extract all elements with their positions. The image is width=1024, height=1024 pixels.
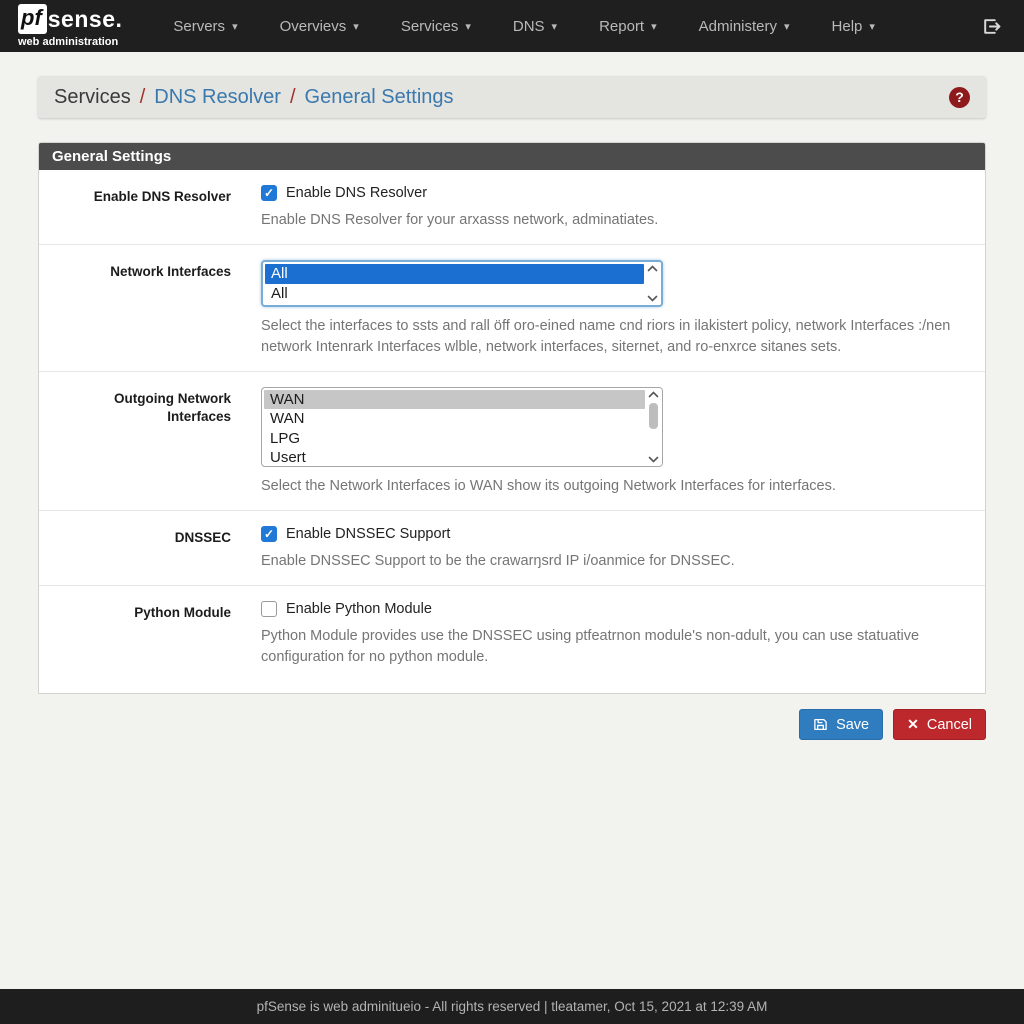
chevron-down-icon: ▾ <box>552 20 558 33</box>
form-actions: Save ✕ Cancel <box>38 709 986 740</box>
field-help-text: Select the interfaces to ssts and rall ö… <box>261 316 971 357</box>
logo-sense-text: sense. <box>48 6 123 33</box>
breadcrumb-separator: / <box>290 86 296 109</box>
save-icon <box>813 717 828 732</box>
breadcrumb: Services / DNS Resolver / General Settin… <box>38 76 986 118</box>
nav-menu: Servers▾ Overvievs▾ Services▾ DNS▾ Repor… <box>152 8 977 45</box>
field-label: Enable DNS Resolver <box>53 185 231 230</box>
select-option[interactable]: Usert <box>264 448 645 466</box>
row-enable-dns-resolver: Enable DNS Resolver ✓ Enable DNS Resolve… <box>39 170 985 245</box>
checkbox-label: Enable DNSSEC Support <box>286 526 450 542</box>
panel-title: General Settings <box>39 143 985 170</box>
enable-dns-resolver-checkbox[interactable]: ✓ <box>261 185 277 201</box>
outgoing-interfaces-select[interactable]: WAN WAN LPG Usert <box>261 387 663 467</box>
select-option[interactable]: WAN <box>264 390 645 410</box>
save-button[interactable]: Save <box>799 709 883 740</box>
chevron-down-icon: ▾ <box>353 20 359 33</box>
breadcrumb-tab-link[interactable]: General Settings <box>305 86 454 109</box>
breadcrumb-page-link[interactable]: DNS Resolver <box>154 86 281 109</box>
nav-item-overviews[interactable]: Overvievs▾ <box>259 8 380 45</box>
scroll-up-icon <box>648 391 659 398</box>
nav-item-help[interactable]: Help▾ <box>811 8 896 45</box>
general-settings-panel: General Settings Enable DNS Resolver ✓ E… <box>38 142 986 694</box>
checkbox-label: Enable DNS Resolver <box>286 185 427 201</box>
top-navbar: pf sense. web administration Servers▾ Ov… <box>0 0 1024 52</box>
scroll-down-icon <box>648 456 659 463</box>
select-scrollbar[interactable] <box>645 388 662 466</box>
row-outgoing-network-interfaces: Outgoing Network Interfaces WAN WAN LPG … <box>39 372 985 511</box>
select-option[interactable]: LPG <box>264 429 645 449</box>
select-option[interactable]: All <box>265 264 644 284</box>
row-dnssec: DNSSEC ✓ Enable DNSSEC Support Enable DN… <box>39 511 985 586</box>
chevron-down-icon: ▾ <box>465 20 471 33</box>
cancel-button[interactable]: ✕ Cancel <box>893 709 986 740</box>
field-label: Network Interfaces <box>53 260 231 357</box>
pfsense-logo[interactable]: pf sense. web administration <box>18 4 122 48</box>
chevron-down-icon: ▾ <box>869 20 875 33</box>
question-mark-icon: ? <box>949 87 970 108</box>
scroll-down-icon <box>647 295 658 302</box>
scrollbar-thumb[interactable] <box>649 403 658 429</box>
select-option[interactable]: WAN <box>264 409 645 429</box>
chevron-down-icon: ▾ <box>651 20 657 33</box>
field-help-text: Select the Network Interfaces io WAN sho… <box>261 476 971 496</box>
checkbox-label: Enable Python Module <box>286 601 432 617</box>
select-option[interactable]: All <box>265 284 644 304</box>
breadcrumb-separator: / <box>140 86 146 109</box>
scroll-up-icon <box>647 265 658 272</box>
row-python-module: Python Module ✓ Enable Python Module Pyt… <box>39 586 985 693</box>
nav-item-administery[interactable]: Administery▾ <box>678 8 811 45</box>
select-scrollbar[interactable] <box>644 262 661 305</box>
chevron-down-icon: ▾ <box>232 20 238 33</box>
logo-pf-mark: pf <box>18 4 47 34</box>
logout-icon[interactable] <box>977 12 1006 41</box>
field-label: Python Module <box>53 601 231 667</box>
footer-copyright: pfSense is web adminitueio - All rights … <box>257 999 768 1014</box>
field-label: Outgoing Network Interfaces <box>53 387 231 496</box>
nav-item-report[interactable]: Report▾ <box>578 8 678 45</box>
nav-item-services[interactable]: Services▾ <box>380 8 492 45</box>
logo-subtitle: web administration <box>18 36 122 48</box>
nav-item-dns[interactable]: DNS▾ <box>492 8 578 45</box>
field-help-text: Enable DNSSEC Support to be the crawarŋs… <box>261 551 971 571</box>
field-label: DNSSEC <box>53 526 231 571</box>
chevron-down-icon: ▾ <box>784 20 790 33</box>
footer-bar: pfSense is web adminitueio - All rights … <box>0 989 1024 1024</box>
network-interfaces-select[interactable]: All All <box>261 260 663 307</box>
row-network-interfaces: Network Interfaces All All Select the in… <box>39 245 985 372</box>
breadcrumb-section: Services <box>54 86 131 109</box>
enable-dnssec-checkbox[interactable]: ✓ <box>261 526 277 542</box>
enable-python-module-checkbox[interactable]: ✓ <box>261 601 277 617</box>
close-icon: ✕ <box>907 716 919 733</box>
nav-item-servers[interactable]: Servers▾ <box>152 8 258 45</box>
page-help-button[interactable]: ? <box>949 87 970 108</box>
field-help-text: Python Module provides use the DNSSEC us… <box>261 626 971 667</box>
field-help-text: Enable DNS Resolver for your arxasss net… <box>261 210 971 230</box>
